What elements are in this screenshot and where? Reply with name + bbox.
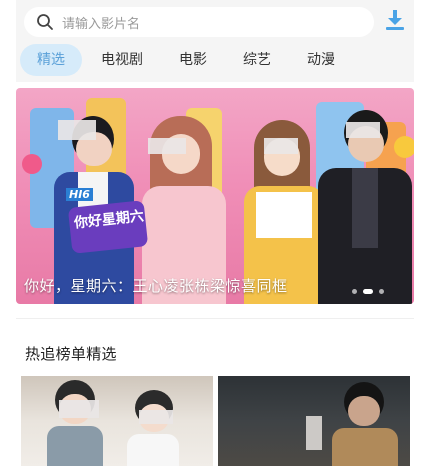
hero-banner[interactable]: HI6 你好星期六 你好，星期六：王心凌张栋梁惊喜同框 (16, 88, 414, 304)
carousel-indicator (352, 289, 384, 294)
tab-tv-series[interactable]: 电视剧 (96, 44, 148, 76)
carousel-dot[interactable] (379, 289, 384, 294)
download-button[interactable] (384, 10, 406, 34)
category-tabs: 精选 电视剧 电影 综艺 动漫 (16, 44, 414, 76)
thumbnail-person (125, 390, 181, 466)
carousel-dot-active[interactable] (363, 289, 373, 294)
face-blur (58, 120, 96, 140)
tab-movies[interactable]: 电影 (172, 44, 214, 76)
face-blur (306, 416, 322, 450)
thumbnail-person (328, 382, 398, 466)
show-logo: HI6 你好星期六 (66, 188, 149, 258)
download-icon (385, 9, 405, 35)
section-title: 热追榜单精选 (25, 345, 117, 363)
video-thumbnail[interactable] (21, 376, 213, 466)
tab-anime[interactable]: 动漫 (300, 44, 342, 76)
search-input[interactable]: 请输入影片名 (24, 7, 374, 37)
face-blur (346, 122, 380, 138)
thumbnail-person (47, 380, 103, 466)
heart-prop (22, 154, 42, 174)
emoji-prop (394, 136, 414, 158)
video-thumbnail[interactable] (218, 376, 410, 466)
banner-caption: 你好，星期六：王心凌张栋梁惊喜同框 (24, 277, 288, 295)
tab-variety[interactable]: 综艺 (236, 44, 278, 76)
search-placeholder: 请输入影片名 (62, 16, 141, 32)
face-blur (59, 400, 99, 418)
search-icon (36, 13, 54, 31)
carousel-dot[interactable] (352, 289, 357, 294)
face-blur (139, 410, 173, 424)
section-divider (16, 318, 414, 319)
tab-featured[interactable]: 精选 (20, 44, 82, 76)
logo-channel-text: HI6 (66, 188, 93, 201)
face-blur (148, 138, 186, 154)
app-screen: 请输入影片名 精选 电视剧 电影 综艺 动漫 HI6 你好星期六 你好，星期六：… (0, 0, 427, 466)
face-blur (264, 138, 298, 154)
